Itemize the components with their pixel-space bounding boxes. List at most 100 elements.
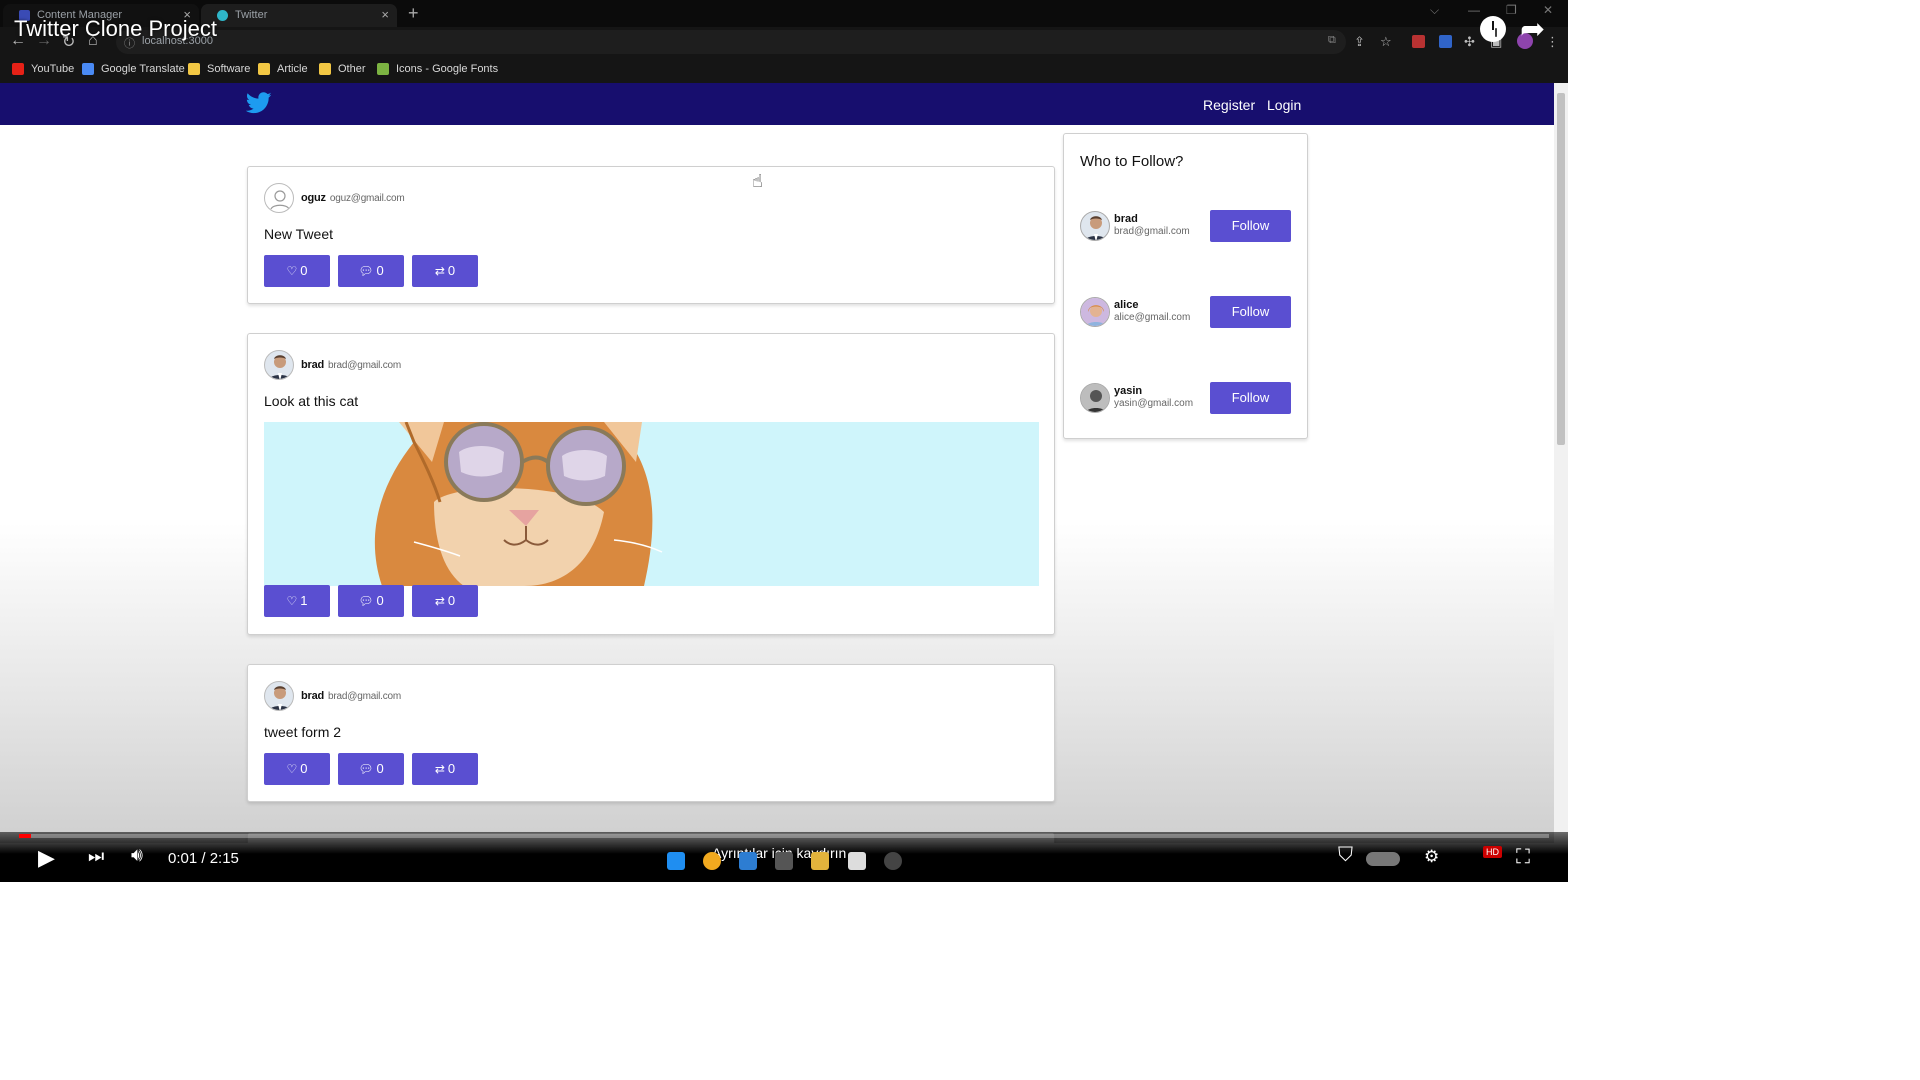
bookmark-label: Google Translate bbox=[101, 63, 185, 75]
like-button[interactable]: ♡ 1 bbox=[264, 585, 330, 617]
tweet-author: brad brad@gmail.com bbox=[301, 690, 401, 702]
folder-icon bbox=[319, 63, 331, 75]
browser-toolbar: ← → ↻ ⌂ ⓘ localhost:3000 ⧉ ⇪ ☆ ✣ ▣ ⋮ bbox=[0, 27, 1568, 57]
video-progress-played bbox=[19, 834, 32, 838]
follow-button[interactable]: Follow bbox=[1210, 382, 1291, 414]
scrollbar-thumb[interactable] bbox=[1557, 93, 1565, 445]
volume-icon[interactable]: 🔊︎ bbox=[131, 845, 143, 867]
who-to-follow-panel: Who to Follow? brad brad@gmail.com Follo… bbox=[1063, 133, 1308, 439]
browser-tab-active[interactable]: Twitter × bbox=[201, 4, 397, 27]
like-button[interactable]: ♡ 0 bbox=[264, 255, 330, 287]
retweet-icon: ⇄ bbox=[434, 264, 445, 278]
comment-button[interactable]: 💬︎ 0 bbox=[338, 255, 404, 287]
tweet-image-cat[interactable] bbox=[264, 422, 1039, 586]
bookmark-youtube[interactable]: YouTube bbox=[12, 63, 74, 75]
browser-menu-icon[interactable]: ⋮ bbox=[1546, 34, 1559, 50]
suggestion-email: brad@gmail.com bbox=[1114, 226, 1190, 237]
default-user-icon bbox=[264, 183, 294, 213]
suggestion-email: yasin@gmail.com bbox=[1114, 398, 1194, 409]
folder-icon bbox=[188, 63, 200, 75]
bookmarks-bar: YouTube Google Translate Software Articl… bbox=[0, 57, 1568, 83]
translate-icon[interactable]: ⧉ bbox=[1328, 34, 1336, 47]
follow-suggestion: yasin yasin@gmail.com Follow bbox=[1080, 382, 1292, 416]
address-bar[interactable]: ⓘ localhost:3000 ⧉ bbox=[116, 30, 1346, 54]
like-count: 0 bbox=[300, 761, 308, 776]
follow-button[interactable]: Follow bbox=[1210, 296, 1291, 328]
retweet-button[interactable]: ⇄ 0 bbox=[412, 753, 478, 785]
autoplay-toggle[interactable] bbox=[1366, 852, 1400, 866]
heart-icon: ♡ bbox=[286, 594, 298, 608]
retweet-count: 0 bbox=[447, 761, 456, 776]
bookmark-icons-google-fonts[interactable]: Icons - Google Fonts bbox=[377, 63, 498, 75]
heart-icon: ♡ bbox=[286, 762, 298, 776]
who-to-follow-title: Who to Follow? bbox=[1080, 153, 1184, 170]
screen: Content Manager × Twitter × + ⌵ — ❐ ✕ ← … bbox=[0, 0, 1568, 882]
login-link[interactable]: Login bbox=[1267, 97, 1301, 113]
suggestion-username: yasin bbox=[1114, 385, 1143, 397]
tab-label: Twitter bbox=[235, 9, 268, 21]
tweet-card: brad brad@gmail.com tweet form 2 ♡ 0 💬︎ 0 ⇄… bbox=[247, 664, 1055, 802]
brad-avatar bbox=[264, 350, 294, 380]
follow-suggestion: alice alice@gmail.com Follow bbox=[1080, 296, 1292, 330]
extensions-puzzle-icon[interactable]: ✣ bbox=[1464, 34, 1475, 50]
author-email: brad@gmail.com bbox=[328, 360, 401, 371]
twitter-bird-icon[interactable] bbox=[246, 92, 272, 114]
like-button[interactable]: ♡ 0 bbox=[264, 753, 330, 785]
bookmark-folder-other[interactable]: Other bbox=[319, 63, 366, 75]
bookmark-folder-software[interactable]: Software bbox=[188, 63, 250, 75]
suggestion-username: alice bbox=[1114, 299, 1139, 311]
extension-icon[interactable] bbox=[1439, 35, 1452, 48]
tweet-text: New Tweet bbox=[264, 226, 333, 242]
bookmark-label: YouTube bbox=[31, 63, 75, 75]
author-username: brad bbox=[301, 690, 325, 702]
share-icon[interactable]: ➦ bbox=[1520, 12, 1545, 47]
tab-search-icon[interactable]: ⌵ bbox=[1430, 3, 1439, 18]
share-page-icon[interactable]: ⇪ bbox=[1354, 34, 1365, 50]
next-icon[interactable]: ⏭ bbox=[88, 846, 104, 867]
extension-icon[interactable] bbox=[1412, 35, 1425, 48]
video-progress-bar[interactable] bbox=[19, 834, 1549, 838]
comment-icon: 💬︎ bbox=[358, 264, 374, 278]
register-link[interactable]: Register bbox=[1203, 97, 1255, 113]
page-scrollbar[interactable] bbox=[1554, 83, 1568, 843]
exit-fullscreen-icon[interactable]: ⛶ bbox=[1516, 846, 1530, 869]
youtube-icon bbox=[12, 63, 24, 75]
tweet-card: oguz oguz@gmail.com New Tweet ♡ 0 💬︎ 0 ⇄ 0 bbox=[247, 166, 1055, 304]
follow-suggestion: brad brad@gmail.com Follow bbox=[1080, 210, 1292, 244]
play-icon[interactable]: ▶ bbox=[38, 845, 55, 871]
new-tab-icon[interactable]: + bbox=[408, 3, 419, 24]
notion-taskbar-icon bbox=[848, 852, 866, 870]
tweet-author: brad brad@gmail.com bbox=[301, 359, 401, 371]
minimize-icon[interactable]: — bbox=[1468, 3, 1480, 17]
bookmark-label: Software bbox=[207, 63, 251, 75]
chrome-taskbar-icon bbox=[703, 852, 721, 870]
follow-button[interactable]: Follow bbox=[1210, 210, 1291, 242]
like-count: 1 bbox=[300, 593, 308, 608]
tab-favicon bbox=[217, 10, 228, 21]
restore-icon[interactable]: ❐ bbox=[1506, 3, 1517, 17]
bookmark-label: Other bbox=[338, 63, 366, 75]
comment-button[interactable]: 💬︎ 0 bbox=[338, 585, 404, 617]
bookmark-google-translate[interactable]: Google Translate bbox=[82, 63, 185, 75]
subtitles-shield-icon[interactable]: ⛉ bbox=[1338, 844, 1353, 867]
watch-later-icon[interactable] bbox=[1480, 16, 1506, 42]
heart-icon: ♡ bbox=[286, 264, 298, 278]
retweet-icon: ⇄ bbox=[434, 594, 445, 608]
bookmark-star-icon[interactable]: ☆ bbox=[1380, 34, 1392, 50]
retweet-icon: ⇄ bbox=[434, 762, 445, 776]
retweet-count: 0 bbox=[447, 593, 456, 608]
retweet-button[interactable]: ⇄ 0 bbox=[412, 585, 478, 617]
close-tab-icon[interactable]: × bbox=[381, 7, 389, 22]
comment-count: 0 bbox=[376, 263, 384, 278]
terminal-taskbar-icon bbox=[775, 852, 793, 870]
video-title: Twitter Clone Project bbox=[14, 16, 217, 41]
settings-gear-icon[interactable]: ⚙ bbox=[1424, 847, 1439, 867]
comment-count: 0 bbox=[376, 593, 384, 608]
bookmark-folder-article[interactable]: Article bbox=[258, 63, 308, 75]
brad-avatar bbox=[1080, 211, 1110, 241]
tweet-card: brad brad@gmail.com Look at this cat ♡ 1… bbox=[247, 333, 1055, 635]
yasin-avatar bbox=[1080, 383, 1110, 413]
retweet-button[interactable]: ⇄ 0 bbox=[412, 255, 478, 287]
comment-button[interactable]: 💬︎ 0 bbox=[338, 753, 404, 785]
like-count: 0 bbox=[300, 263, 308, 278]
